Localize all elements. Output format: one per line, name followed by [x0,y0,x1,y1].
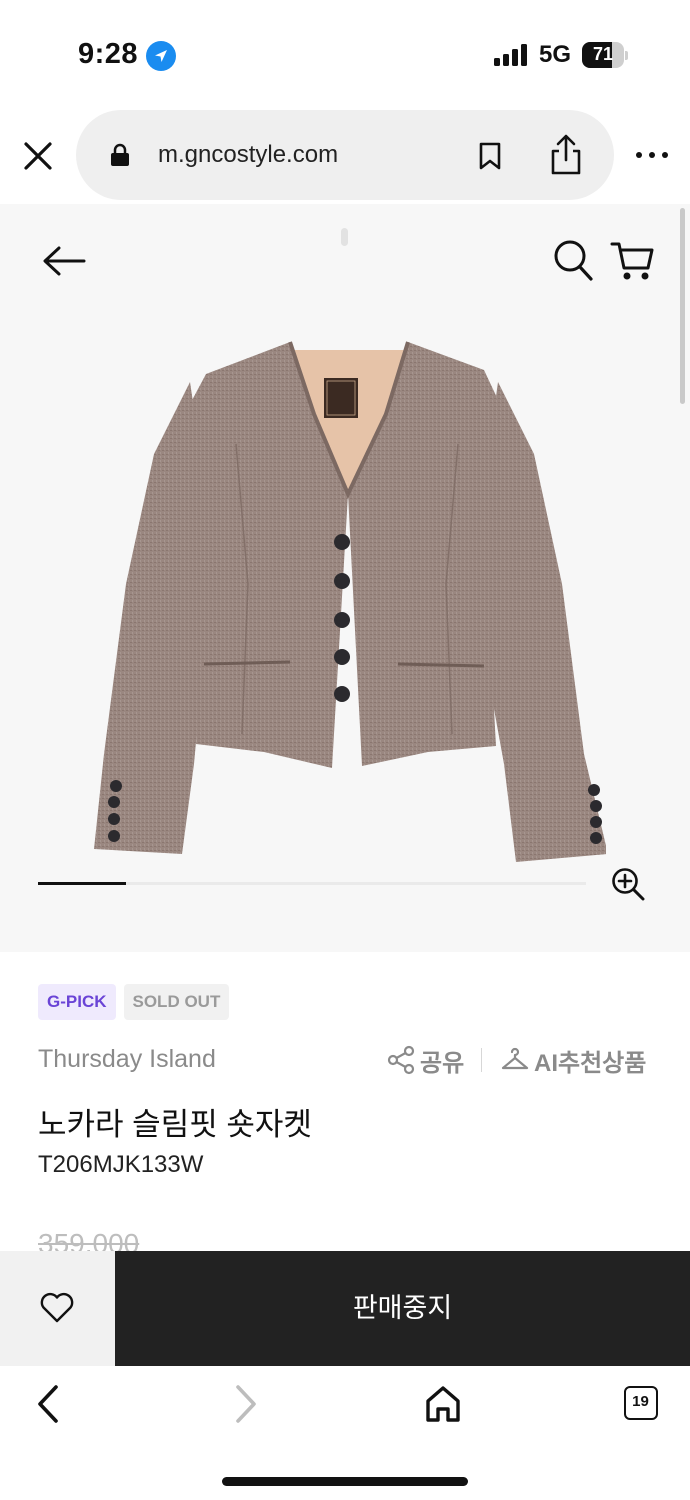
ai-recommend-button[interactable]: AI추천상품 [500,1044,647,1077]
share-button[interactable]: 공유 [386,1044,465,1077]
search-icon[interactable] [552,238,594,282]
browser-toolbar: 19 [0,1366,690,1500]
pull-handle [341,228,348,246]
tab-count: 19 [632,1393,649,1410]
browser-forward-icon[interactable] [230,1384,260,1424]
more-options-button[interactable] [636,152,668,162]
browser-bar: m.gncostyle.com [0,108,690,204]
page-scrollbar[interactable] [680,208,685,404]
product-image[interactable] [86,334,606,864]
share-nodes-icon [387,1045,415,1075]
ai-recommend-label: AI추천상품 [534,1049,647,1077]
back-arrow-icon[interactable] [42,244,86,278]
gpick-badge: G-PICK [38,984,116,1020]
address-bar[interactable]: m.gncostyle.com [76,110,614,200]
sold-out-badge: SOLD OUT [123,984,230,1020]
cart-icon[interactable] [610,238,656,284]
bookmark-icon[interactable] [478,141,502,171]
lock-icon [111,143,129,166]
share-label: 공유 [420,1049,465,1077]
product-name: 노카라 슬림핏 숏자켓 [38,1107,312,1142]
product-gallery[interactable] [0,204,690,952]
browser-back-icon[interactable] [34,1384,64,1424]
sales-stopped-button[interactable]: 판매중지 [115,1251,690,1366]
slide-progress [38,882,586,885]
heart-icon [40,1292,74,1323]
home-icon[interactable] [424,1384,462,1424]
divider [481,1048,482,1072]
battery-icon: 71 [582,42,628,68]
hanger-icon [501,1047,529,1070]
purchase-bar: 판매중지 [0,1251,690,1366]
wishlist-button[interactable] [0,1251,115,1366]
slide-progress-fill [38,882,126,885]
location-arrow-icon [146,41,176,71]
close-tab-button[interactable] [20,138,56,174]
url-text: m.gncostyle.com [158,141,339,168]
home-indicator[interactable] [222,1477,468,1486]
brand-name[interactable]: Thursday Island [38,1045,216,1074]
status-time: 9:28 [78,38,139,70]
product-code: T206MJK133W [38,1151,204,1178]
cellular-signal-icon [494,44,530,66]
tabs-button[interactable]: 19 [624,1386,658,1420]
share-icon[interactable] [548,132,584,176]
close-icon [24,142,52,170]
zoom-in-icon[interactable] [610,866,646,902]
status-bar: 9:28 5G 71 [0,0,690,108]
battery-level: 71 [592,44,614,64]
network-type: 5G [539,41,572,68]
product-badges: G-PICK SOLD OUT [38,984,230,1020]
